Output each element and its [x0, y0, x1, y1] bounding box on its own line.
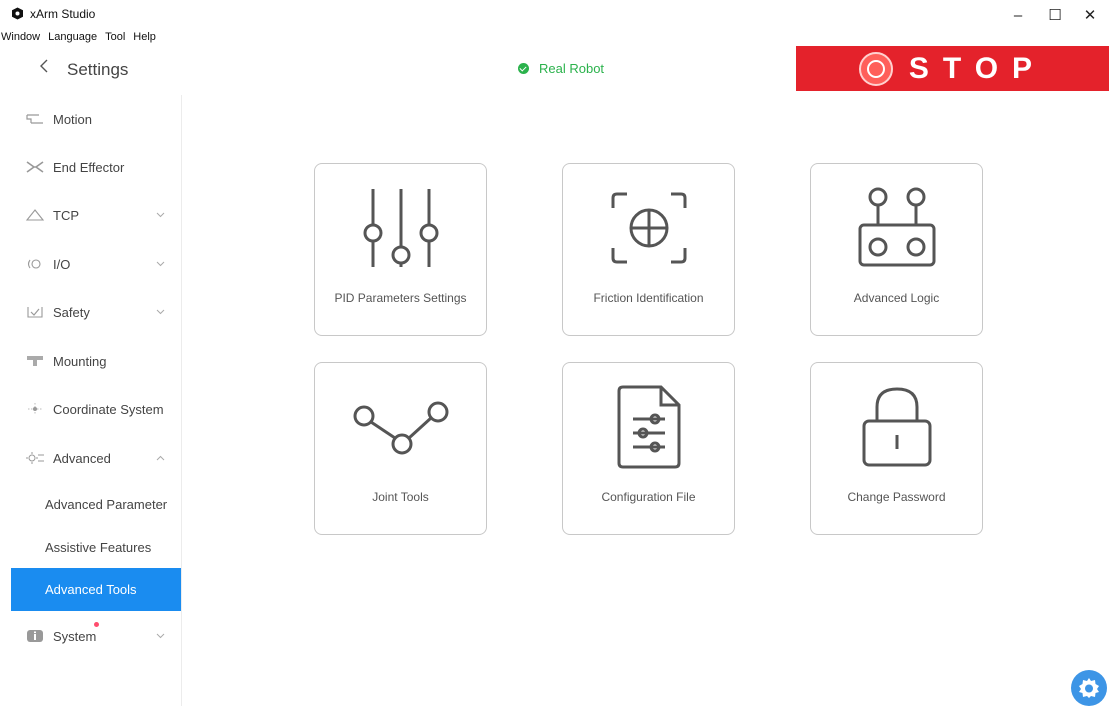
- menu-tool[interactable]: Tool: [101, 30, 129, 44]
- card-pid-parameters[interactable]: PID Parameters Settings: [314, 163, 487, 336]
- page-title: Settings: [67, 60, 129, 79]
- motion-icon: [25, 111, 45, 127]
- sidebar-item-label: System: [53, 628, 97, 644]
- sidebar-item-label: Advanced: [53, 450, 111, 466]
- card-advanced-logic[interactable]: Advanced Logic: [810, 163, 983, 336]
- floating-settings-button[interactable]: [1071, 670, 1107, 706]
- title-bar: xArm Studio – ☐ ✕: [0, 0, 1109, 30]
- stop-button[interactable]: STOP: [796, 46, 1109, 91]
- chevron-down-icon: [156, 210, 165, 220]
- menu-window[interactable]: Window: [0, 30, 44, 44]
- back-button[interactable]: [38, 58, 50, 79]
- sidebar-item-label: Mounting: [53, 353, 107, 369]
- gear-icon: [1079, 678, 1099, 698]
- advanced-icon: [25, 450, 45, 466]
- menu-bar: Window Language Tool Help: [0, 30, 160, 44]
- card-label: Friction Identification: [593, 291, 704, 305]
- logic-icon: [811, 178, 982, 278]
- sidebar-item-io[interactable]: I/O: [0, 242, 181, 286]
- sidebar-item-motion[interactable]: Motion: [0, 97, 181, 141]
- sidebar-item-label: I/O: [53, 256, 71, 272]
- app-logo-icon: [12, 7, 23, 20]
- sidebar-item-label: Safety: [53, 304, 90, 320]
- check-circle-icon: [518, 63, 529, 74]
- safety-icon: [25, 304, 45, 320]
- end-effector-icon: [25, 159, 45, 175]
- sidebar-subitem-advanced-parameter[interactable]: Advanced Parameter: [11, 483, 181, 526]
- card-label: Advanced Logic: [853, 291, 940, 305]
- tcp-icon: [25, 207, 45, 223]
- sidebar-item-label: End Effector: [53, 159, 125, 175]
- sidebar-item-label: Coordinate System: [53, 401, 164, 417]
- settings-header: Settings: [0, 50, 182, 92]
- card-friction-identification[interactable]: Friction Identification: [562, 163, 735, 336]
- sidebar-item-advanced[interactable]: Advanced: [0, 436, 181, 480]
- joint-icon: [315, 377, 486, 477]
- sidebar-item-safety[interactable]: Safety: [0, 290, 181, 334]
- chevron-up-icon: [156, 453, 165, 463]
- crosshair-icon: [563, 178, 734, 278]
- maximize-button[interactable]: ☐: [1040, 4, 1070, 26]
- stop-circle-icon: [858, 51, 893, 86]
- sidebar-item-system[interactable]: System: [0, 614, 181, 658]
- card-label: Change Password: [847, 490, 946, 504]
- chevron-down-icon: [156, 631, 165, 641]
- stop-label: STOP: [908, 51, 1047, 85]
- card-configuration-file[interactable]: Configuration File: [562, 362, 735, 535]
- chevron-down-icon: [156, 307, 165, 317]
- connection-status: Real Robot: [518, 61, 604, 76]
- sidebar-subitem-advanced-tools[interactable]: Advanced Tools: [11, 568, 181, 611]
- config-file-icon: [563, 377, 734, 477]
- menu-language[interactable]: Language: [44, 30, 101, 44]
- card-label: PID Parameters Settings: [334, 291, 467, 305]
- sidebar-item-tcp[interactable]: TCP: [0, 193, 181, 237]
- notification-badge: [94, 622, 99, 627]
- app-title: xArm Studio: [30, 7, 96, 21]
- sidebar-item-label: Motion: [53, 111, 93, 127]
- sidebar: Motion End Effector TCP I/O Safety Mount…: [0, 95, 182, 706]
- sidebar-subitem-assistive-features[interactable]: Assistive Features: [11, 526, 181, 569]
- sidebar-item-mounting[interactable]: Mounting: [0, 339, 181, 383]
- close-button[interactable]: ✕: [1075, 4, 1105, 26]
- io-icon: [25, 256, 45, 272]
- lock-icon: [811, 377, 982, 477]
- card-joint-tools[interactable]: Joint Tools: [314, 362, 487, 535]
- chevron-left-icon: [40, 59, 48, 73]
- mounting-icon: [25, 353, 45, 369]
- minimize-button[interactable]: –: [1003, 4, 1033, 26]
- sliders-icon: [315, 178, 486, 278]
- card-label: Configuration File: [601, 490, 696, 504]
- system-icon: [25, 628, 45, 644]
- sidebar-item-coordinate-system[interactable]: Coordinate System: [0, 387, 181, 431]
- sidebar-item-label: TCP: [53, 207, 79, 223]
- card-label: Joint Tools: [372, 490, 429, 504]
- sidebar-item-end-effector[interactable]: End Effector: [0, 145, 181, 189]
- menu-help[interactable]: Help: [129, 30, 160, 44]
- card-change-password[interactable]: Change Password: [810, 362, 983, 535]
- coordinate-icon: [25, 401, 45, 417]
- status-text: Real Robot: [539, 61, 605, 76]
- chevron-down-icon: [156, 259, 165, 269]
